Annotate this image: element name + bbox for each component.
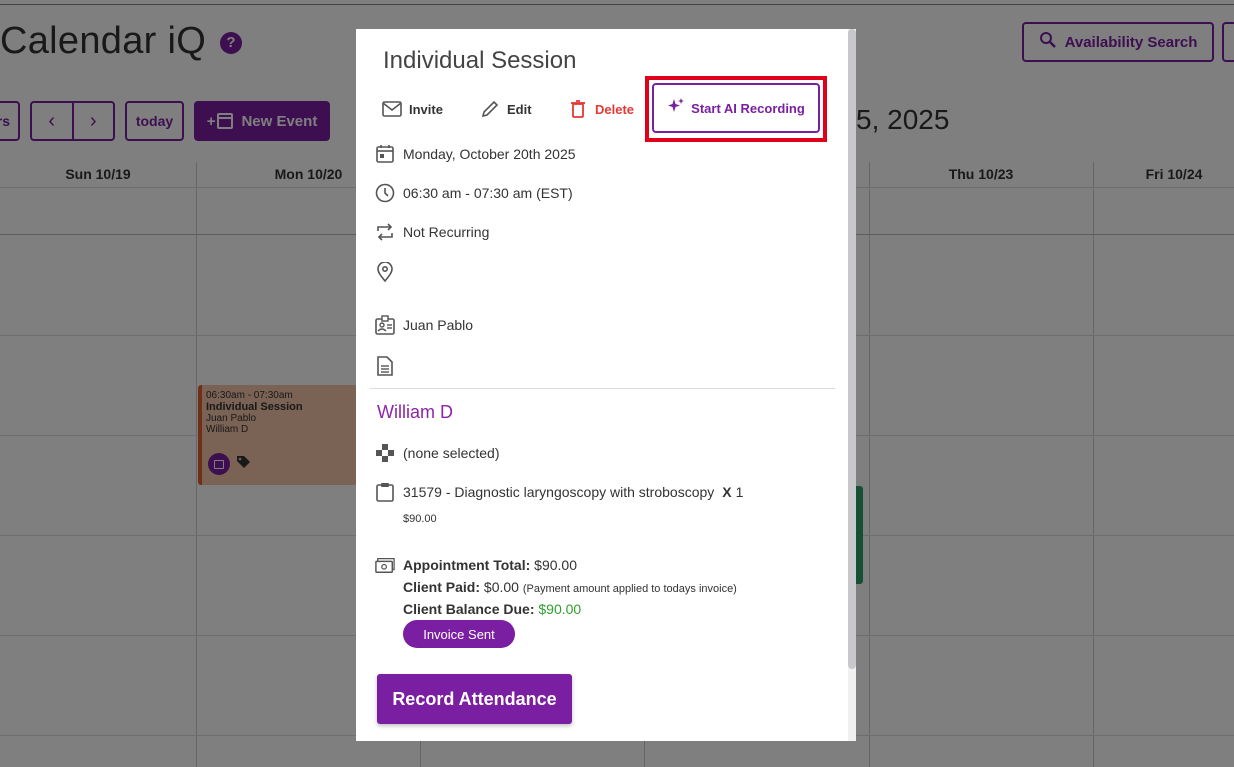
event-date: Monday, October 20th 2025: [403, 146, 576, 162]
invite-label: Invite: [409, 101, 443, 117]
balance-due-value: $90.00: [538, 601, 582, 617]
start-ai-recording-button[interactable]: Start AI Recording: [652, 83, 820, 133]
client-paid-label: Client Paid:: [403, 579, 481, 595]
scrollbar-track[interactable]: [848, 29, 856, 741]
recurrence-row: Not Recurring: [375, 222, 489, 242]
recurrence-status: Not Recurring: [403, 224, 490, 240]
appointment-total-value: $90.00: [534, 557, 577, 573]
provider-name: Juan Pablo: [403, 317, 474, 333]
event-time-row: 06:30 am - 07:30 am (EST): [375, 183, 573, 203]
delete-button[interactable]: Delete: [568, 99, 634, 119]
record-attendance-button[interactable]: Record Attendance: [377, 674, 572, 724]
edit-label: Edit: [507, 101, 532, 117]
appointment-total-line: Appointment Total: $90.00: [403, 557, 577, 573]
pencil-icon: [480, 99, 500, 119]
scrollbar-thumb[interactable]: [848, 29, 856, 669]
client-name-link[interactable]: William D: [377, 402, 453, 423]
repeat-icon: [375, 222, 395, 242]
invite-button[interactable]: Invite: [382, 99, 443, 119]
clock-icon: [375, 183, 395, 203]
cash-icon: [375, 555, 395, 575]
envelope-icon: [382, 99, 402, 119]
appointment-total-label: Appointment Total:: [403, 557, 531, 573]
client-paid-line: Client Paid: $0.00 (Payment amount appli…: [403, 579, 737, 595]
sparkle-icon: [667, 97, 685, 120]
procedure-multiplier: X: [722, 484, 732, 500]
procedure-price: $90.00: [403, 513, 437, 525]
start-ai-recording-label: Start AI Recording: [691, 100, 805, 116]
event-date-row: Monday, October 20th 2025: [375, 144, 576, 164]
invoice-sent-badge[interactable]: Invoice Sent: [403, 620, 515, 648]
service-row: (none selected): [375, 443, 500, 463]
event-details-modal: Individual Session Invite Edit Delete St…: [356, 29, 856, 741]
puzzle-icon: [375, 443, 395, 463]
location-row: [375, 262, 403, 282]
calendar-icon: [375, 144, 395, 164]
section-divider: [370, 388, 835, 389]
location-pin-icon: [375, 262, 395, 282]
client-paid-value: $0.00: [483, 579, 519, 595]
edit-button[interactable]: Edit: [480, 99, 532, 119]
balance-due-line: Client Balance Due: $90.00: [403, 601, 581, 617]
id-badge-icon: [375, 315, 395, 335]
document-icon: [375, 356, 395, 376]
balance-due-label: Client Balance Due:: [403, 601, 535, 617]
notes-row: [375, 356, 403, 376]
delete-label: Delete: [595, 101, 635, 117]
procedure-row: 31579 - Diagnostic laryngoscopy with str…: [375, 482, 743, 502]
client-paid-note: (Payment amount applied to todays invoic…: [522, 583, 737, 595]
procedure-quantity: 1: [735, 484, 744, 500]
provider-row: Juan Pablo: [375, 315, 473, 335]
trash-icon: [568, 99, 588, 119]
modal-title: Individual Session: [383, 47, 577, 74]
service-selection: (none selected): [403, 445, 500, 461]
procedure-code: 31579 - Diagnostic laryngoscopy with str…: [403, 484, 715, 500]
clipboard-icon: [375, 482, 395, 502]
event-time-range: 06:30 am - 07:30 am (EST): [403, 185, 573, 201]
